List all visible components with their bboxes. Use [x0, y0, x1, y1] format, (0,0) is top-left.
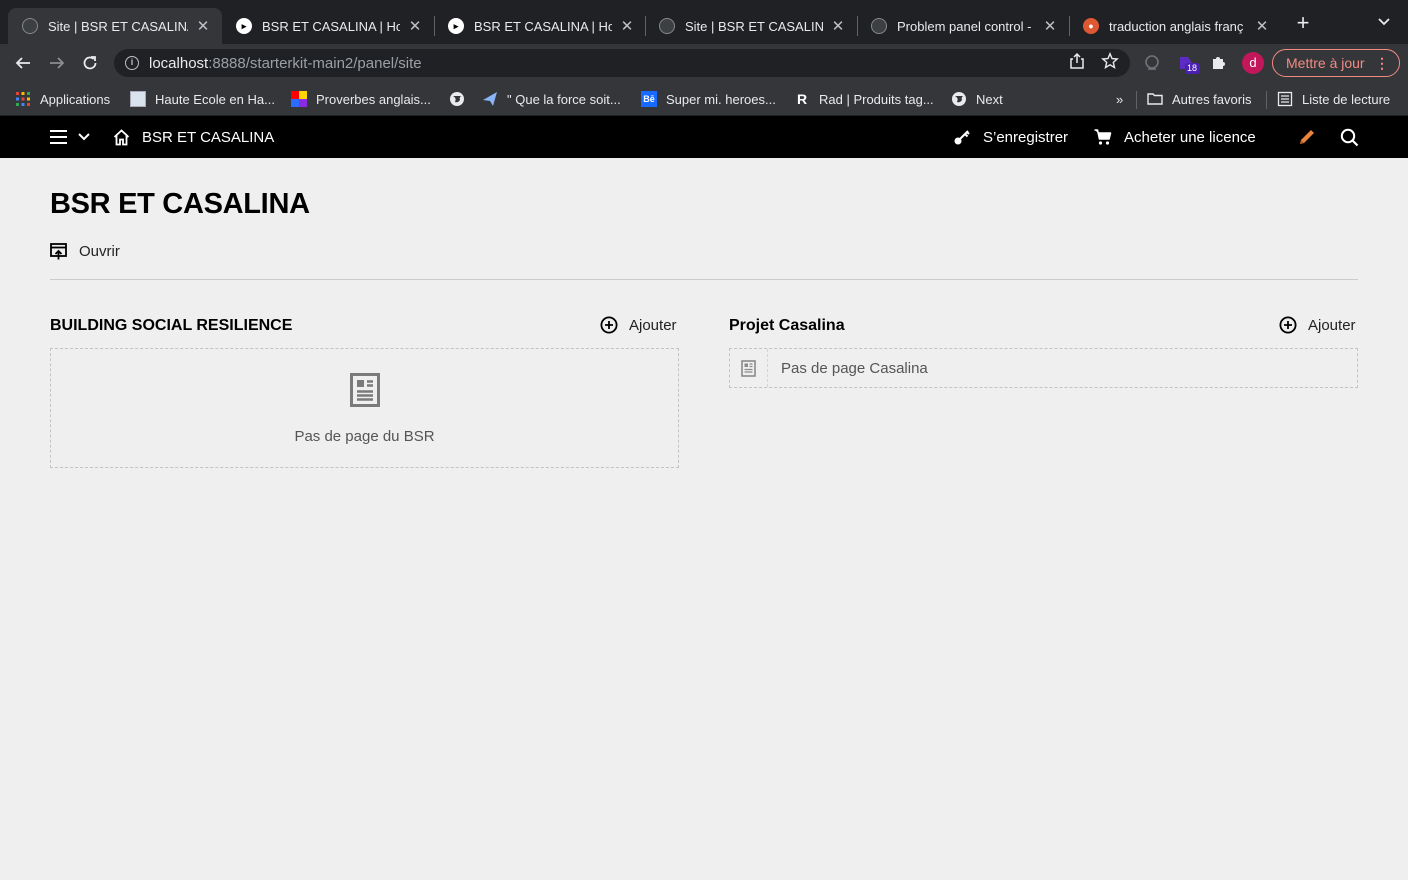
kirby-icon: [22, 18, 38, 34]
header-divider: [50, 279, 1358, 280]
reading-list-icon: [1277, 91, 1293, 107]
site-info-icon[interactable]: i: [125, 56, 139, 70]
apps-grid-icon: [15, 91, 31, 107]
close-tab-icon[interactable]: ✕: [406, 17, 424, 35]
tab-title: BSR ET CASALINA | Hom: [474, 18, 612, 34]
globe-icon: [449, 91, 465, 107]
reading-list-button[interactable]: Liste de lecture: [1277, 90, 1390, 108]
bookmarks-bar: Applications Haute Ecole en Ha... Prover…: [0, 82, 1408, 116]
section-title: Projet Casalina: [729, 317, 845, 334]
r-letter-icon: R: [796, 91, 808, 107]
other-bookmarks-folder[interactable]: Autres favoris: [1147, 90, 1251, 108]
home-icon: [113, 128, 130, 146]
tab-search-chevron-icon[interactable]: [1374, 14, 1394, 34]
kirby-icon: [659, 18, 675, 34]
extension-badge-icon[interactable]: 18: [1177, 53, 1200, 74]
address-url[interactable]: localhost:8888/starterkit-main2/panel/si…: [149, 55, 422, 72]
bookmark-item[interactable]: Bē Super mi. heroes...: [641, 90, 776, 108]
forward-button[interactable]: [44, 50, 70, 76]
extensions-puzzle-icon[interactable]: [1209, 53, 1229, 73]
bookmark-item[interactable]: " Que la force soit...: [482, 90, 621, 108]
school-icon: [130, 91, 146, 107]
bookmarks-overflow-button[interactable]: »: [1116, 90, 1123, 108]
section-header: BUILDING SOCIAL RESILIENCE: [50, 314, 292, 338]
empty-pages-row[interactable]: Pas de page Casalina: [729, 348, 1358, 388]
share-icon[interactable]: [1067, 49, 1087, 75]
tab-title: BSR ET CASALINA | Hom: [262, 18, 400, 34]
search-button[interactable]: [1340, 116, 1359, 158]
new-tab-button[interactable]: +: [1292, 12, 1314, 34]
reload-button[interactable]: [77, 50, 103, 76]
pencil-icon: [1300, 130, 1314, 144]
page-document-icon: [349, 373, 380, 412]
page-title: BSR ET CASALINA: [50, 188, 310, 220]
bookmark-star-icon[interactable]: [1100, 49, 1120, 75]
tab-title: traduction anglais franç: [1109, 18, 1244, 34]
update-browser-button[interactable]: Mettre à jour ⋮: [1272, 49, 1400, 77]
globe-icon: [951, 91, 967, 107]
edit-pencil-button[interactable]: [1297, 116, 1317, 158]
empty-pages-card[interactable]: Pas de page du BSR: [50, 348, 679, 468]
extension-icon[interactable]: [1142, 53, 1162, 73]
row-icon-cell: [730, 349, 768, 387]
duckduckgo-icon: ●: [1083, 18, 1099, 34]
kirby-icon: [871, 18, 887, 34]
add-page-button[interactable]: Ajouter: [1279, 316, 1356, 334]
bookmark-item[interactable]: Applications: [15, 90, 110, 108]
browser-tab[interactable]: Site | BSR ET CASALINA ✕: [8, 8, 222, 44]
behance-icon: Bē: [641, 91, 657, 107]
site-home-link[interactable]: BSR ET CASALINA: [113, 116, 274, 158]
browser-tab[interactable]: ● traduction anglais franç ✕: [1069, 8, 1281, 44]
extension-badge-count: 18: [1187, 63, 1198, 73]
buy-license-link[interactable]: Acheter une licence: [1094, 116, 1256, 158]
bookmark-item[interactable]: Next: [951, 90, 1003, 108]
panel-menu-button[interactable]: [50, 116, 90, 158]
tab-title: Site | BSR ET CASALINA: [685, 18, 823, 34]
open-site-link[interactable]: Ouvrir: [50, 243, 120, 260]
folder-icon: [1147, 91, 1163, 107]
kirby-icon: ▸: [236, 18, 252, 34]
add-page-button[interactable]: Ajouter: [600, 316, 677, 334]
bookmark-item[interactable]: R Rad | Produits tag...: [794, 90, 934, 108]
search-icon: [1340, 128, 1359, 146]
empty-state-text: Pas de page Casalina: [781, 359, 928, 377]
close-tab-icon[interactable]: ✕: [618, 17, 636, 35]
page-document-icon: [741, 359, 756, 377]
add-circle-icon: [600, 316, 618, 334]
tab-title: Site | BSR ET CASALINA: [48, 18, 188, 34]
close-tab-icon[interactable]: ✕: [1253, 17, 1271, 35]
tab-title: Problem panel control -: [897, 18, 1032, 34]
browser-tab[interactable]: Site | BSR ET CASALINA ✕: [645, 8, 857, 44]
add-circle-icon: [1279, 316, 1297, 334]
browser-tab[interactable]: ▸ BSR ET CASALINA | Hom ✕: [222, 8, 434, 44]
bookmark-item[interactable]: Haute Ecole en Ha...: [130, 90, 275, 108]
hamburger-icon: [50, 130, 67, 144]
address-bar[interactable]: i localhost:8888/starterkit-main2/panel/…: [114, 49, 1130, 77]
register-link[interactable]: S’enregistrer: [953, 116, 1068, 158]
chevron-down-icon: [78, 133, 90, 141]
close-tab-icon[interactable]: ✕: [829, 17, 847, 35]
bookmark-item[interactable]: Proverbes anglais...: [291, 90, 431, 108]
browser-tabstrip: Site | BSR ET CASALINA ✕ ▸ BSR ET CASALI…: [0, 0, 1408, 44]
browser-tab[interactable]: ▸ BSR ET CASALINA | Hom ✕: [434, 8, 646, 44]
cart-icon: [1094, 128, 1112, 146]
close-tab-icon[interactable]: ✕: [1041, 17, 1059, 35]
panel-topbar: BSR ET CASALINA S’enregistrer Acheter un…: [0, 116, 1408, 158]
kebab-menu-icon[interactable]: ⋮: [1375, 50, 1389, 76]
section-header: Projet Casalina: [729, 314, 845, 338]
open-external-icon: [50, 243, 67, 260]
profile-avatar[interactable]: d: [1242, 52, 1264, 74]
empty-state-text: Pas de page du BSR: [294, 428, 435, 445]
browser-tab[interactable]: Problem panel control - ✕: [857, 8, 1069, 44]
bookmark-item[interactable]: [449, 90, 474, 108]
paper-plane-icon: [482, 91, 498, 107]
kirby-icon: ▸: [448, 18, 464, 34]
browser-toolbar: i localhost:8888/starterkit-main2/panel/…: [0, 44, 1408, 82]
key-icon: [953, 128, 971, 146]
section-title: BUILDING SOCIAL RESILIENCE: [50, 317, 293, 334]
colorful-squares-icon: [291, 91, 307, 107]
close-tab-icon[interactable]: ✕: [194, 17, 212, 35]
back-button[interactable]: [10, 50, 36, 76]
